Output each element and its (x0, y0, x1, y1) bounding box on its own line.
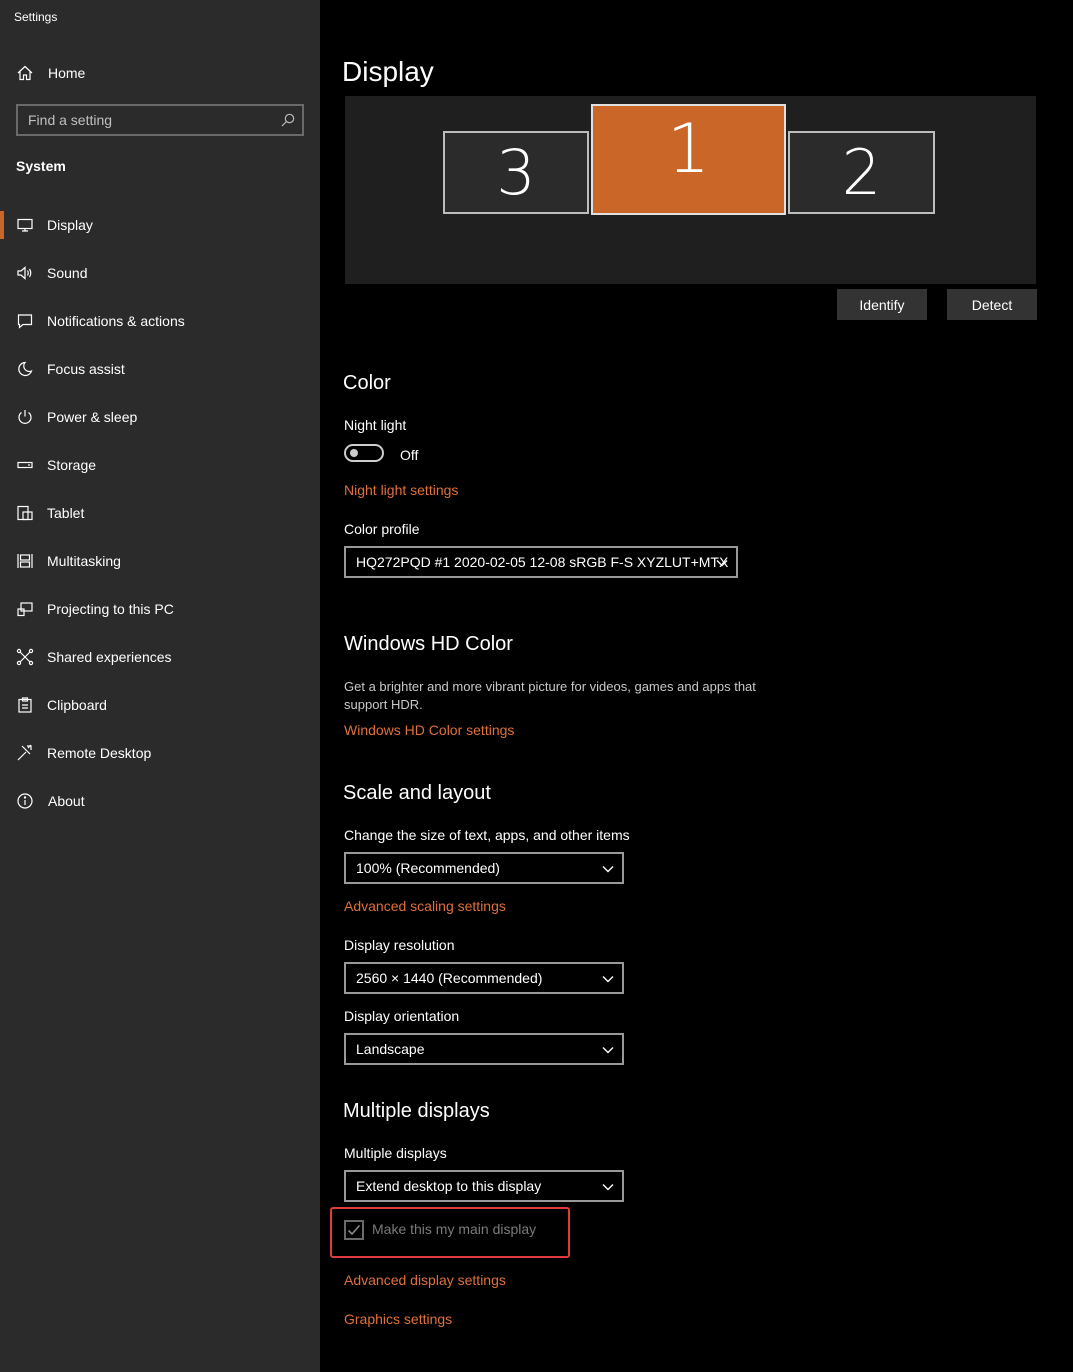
multiple-displays-dropdown[interactable]: Extend desktop to this display (344, 1170, 624, 1202)
hd-color-settings-link[interactable]: Windows HD Color settings (344, 722, 514, 738)
sidebar-item-about[interactable]: About (0, 779, 320, 823)
clipboard-icon (16, 696, 34, 714)
resolution-label: Display resolution (344, 937, 455, 953)
nav-home[interactable]: Home (0, 51, 320, 95)
sidebar-item-multitasking[interactable]: Multitasking (0, 539, 320, 583)
sidebar-item-sound[interactable]: Sound (0, 251, 320, 295)
multiple-displays-label: Multiple displays (344, 1145, 447, 1161)
sidebar-item-notifications[interactable]: Notifications & actions (0, 299, 320, 343)
chevron-down-icon (716, 556, 728, 568)
monitor-1[interactable]: 1 (591, 104, 786, 215)
chevron-down-icon (602, 1043, 614, 1055)
search-icon[interactable] (280, 112, 296, 128)
speaker-icon (16, 264, 34, 282)
toggle-knob (350, 449, 358, 457)
sidebar-item-label: Multitasking (47, 553, 121, 569)
identify-button[interactable]: Identify (837, 289, 927, 320)
night-light-settings-link[interactable]: Night light settings (344, 482, 458, 498)
section-label: System (16, 158, 66, 174)
sidebar-item-remote-desktop[interactable]: Remote Desktop (0, 731, 320, 775)
sidebar: Settings Home System Display Sound Notif… (0, 0, 320, 1372)
night-light-state: Off (400, 447, 419, 463)
storage-icon (16, 456, 34, 474)
sidebar-item-label: Notifications & actions (47, 313, 185, 329)
sidebar-item-shared-experiences[interactable]: Shared experiences (0, 635, 320, 679)
notification-icon (16, 312, 34, 330)
color-profile-dropdown[interactable]: HQ272PQD #1 2020-02-05 12-08 sRGB F-S XY… (344, 546, 738, 578)
multiple-displays-heading: Multiple displays (343, 1100, 490, 1122)
monitor-arrangement-panel[interactable]: 3 1 2 (345, 96, 1036, 284)
sidebar-item-label: Storage (47, 457, 97, 473)
orientation-label: Display orientation (344, 1008, 460, 1024)
projecting-icon (16, 600, 34, 618)
main-content: Display 3 1 2 Identify Detect Color Nigh… (320, 0, 1073, 1372)
sidebar-item-label: Focus assist (47, 361, 125, 377)
sidebar-item-tablet[interactable]: Tablet (0, 491, 320, 535)
hd-color-description-line1: Get a brighter and more vibrant picture … (344, 679, 756, 694)
chevron-down-icon (602, 1180, 614, 1192)
sidebar-item-label: Clipboard (47, 697, 107, 713)
scale-dropdown[interactable]: 100% (Recommended) (344, 852, 624, 884)
search-field[interactable] (16, 104, 304, 136)
color-heading: Color (343, 372, 391, 394)
night-light-toggle[interactable] (344, 444, 384, 462)
advanced-scaling-link[interactable]: Advanced scaling settings (344, 898, 506, 914)
sidebar-item-projecting[interactable]: Projecting to this PC (0, 587, 320, 631)
orientation-value: Landscape (356, 1041, 425, 1057)
shared-experiences-icon (16, 648, 34, 666)
checkmark-icon (347, 1224, 361, 1236)
sidebar-item-storage[interactable]: Storage (0, 443, 320, 487)
color-profile-label: Color profile (344, 521, 420, 537)
sidebar-item-power-sleep[interactable]: Power & sleep (0, 395, 320, 439)
tablet-icon (16, 504, 34, 522)
orientation-dropdown[interactable]: Landscape (344, 1033, 624, 1065)
scale-value: 100% (Recommended) (356, 860, 500, 876)
sidebar-item-label: Projecting to this PC (47, 601, 174, 617)
remote-desktop-icon (16, 744, 34, 762)
nav-home-label: Home (48, 65, 86, 81)
sidebar-item-focus-assist[interactable]: Focus assist (0, 347, 320, 391)
graphics-settings-link[interactable]: Graphics settings (344, 1311, 452, 1327)
power-icon (16, 408, 34, 426)
main-display-checkbox[interactable] (344, 1220, 364, 1240)
active-indicator (0, 211, 4, 239)
sidebar-item-label: Remote Desktop (47, 745, 152, 761)
app-title: Settings (14, 10, 58, 24)
search-input[interactable] (18, 106, 278, 134)
page-title: Display (342, 56, 434, 87)
monitor-3[interactable]: 3 (443, 131, 589, 214)
sidebar-item-label: Power & sleep (47, 409, 138, 425)
detect-button[interactable]: Detect (947, 289, 1037, 320)
resolution-dropdown[interactable]: 2560 × 1440 (Recommended) (344, 962, 624, 994)
main-display-label: Make this my main display (372, 1221, 537, 1237)
hd-color-description-line2: support HDR. (344, 697, 423, 712)
advanced-display-settings-link[interactable]: Advanced display settings (344, 1272, 506, 1288)
sidebar-item-label: Sound (47, 265, 88, 281)
sidebar-item-label: About (48, 793, 85, 809)
monitor-number: 2 (841, 135, 882, 209)
sidebar-item-label: Display (47, 217, 93, 233)
moon-icon (16, 360, 34, 378)
multiple-displays-value: Extend desktop to this display (356, 1178, 542, 1194)
night-light-label: Night light (344, 417, 407, 433)
multitasking-icon (16, 552, 34, 570)
home-icon (16, 64, 34, 82)
color-profile-value: HQ272PQD #1 2020-02-05 12-08 sRGB F-S XY… (356, 554, 729, 570)
chevron-down-icon (602, 972, 614, 984)
monitor-icon (16, 216, 34, 234)
monitor-number: 3 (496, 135, 536, 209)
scale-size-label: Change the size of text, apps, and other… (344, 827, 630, 843)
resolution-value: 2560 × 1440 (Recommended) (356, 970, 543, 986)
sidebar-item-clipboard[interactable]: Clipboard (0, 683, 320, 727)
sidebar-item-label: Shared experiences (47, 649, 172, 665)
scale-layout-heading: Scale and layout (343, 782, 491, 804)
sidebar-item-display[interactable]: Display (0, 203, 320, 247)
monitor-number: 1 (666, 109, 711, 189)
monitor-2[interactable]: 2 (788, 131, 935, 214)
sidebar-item-label: Tablet (47, 505, 85, 521)
chevron-down-icon (602, 862, 614, 874)
info-icon (16, 792, 34, 810)
hd-color-heading: Windows HD Color (344, 633, 513, 655)
